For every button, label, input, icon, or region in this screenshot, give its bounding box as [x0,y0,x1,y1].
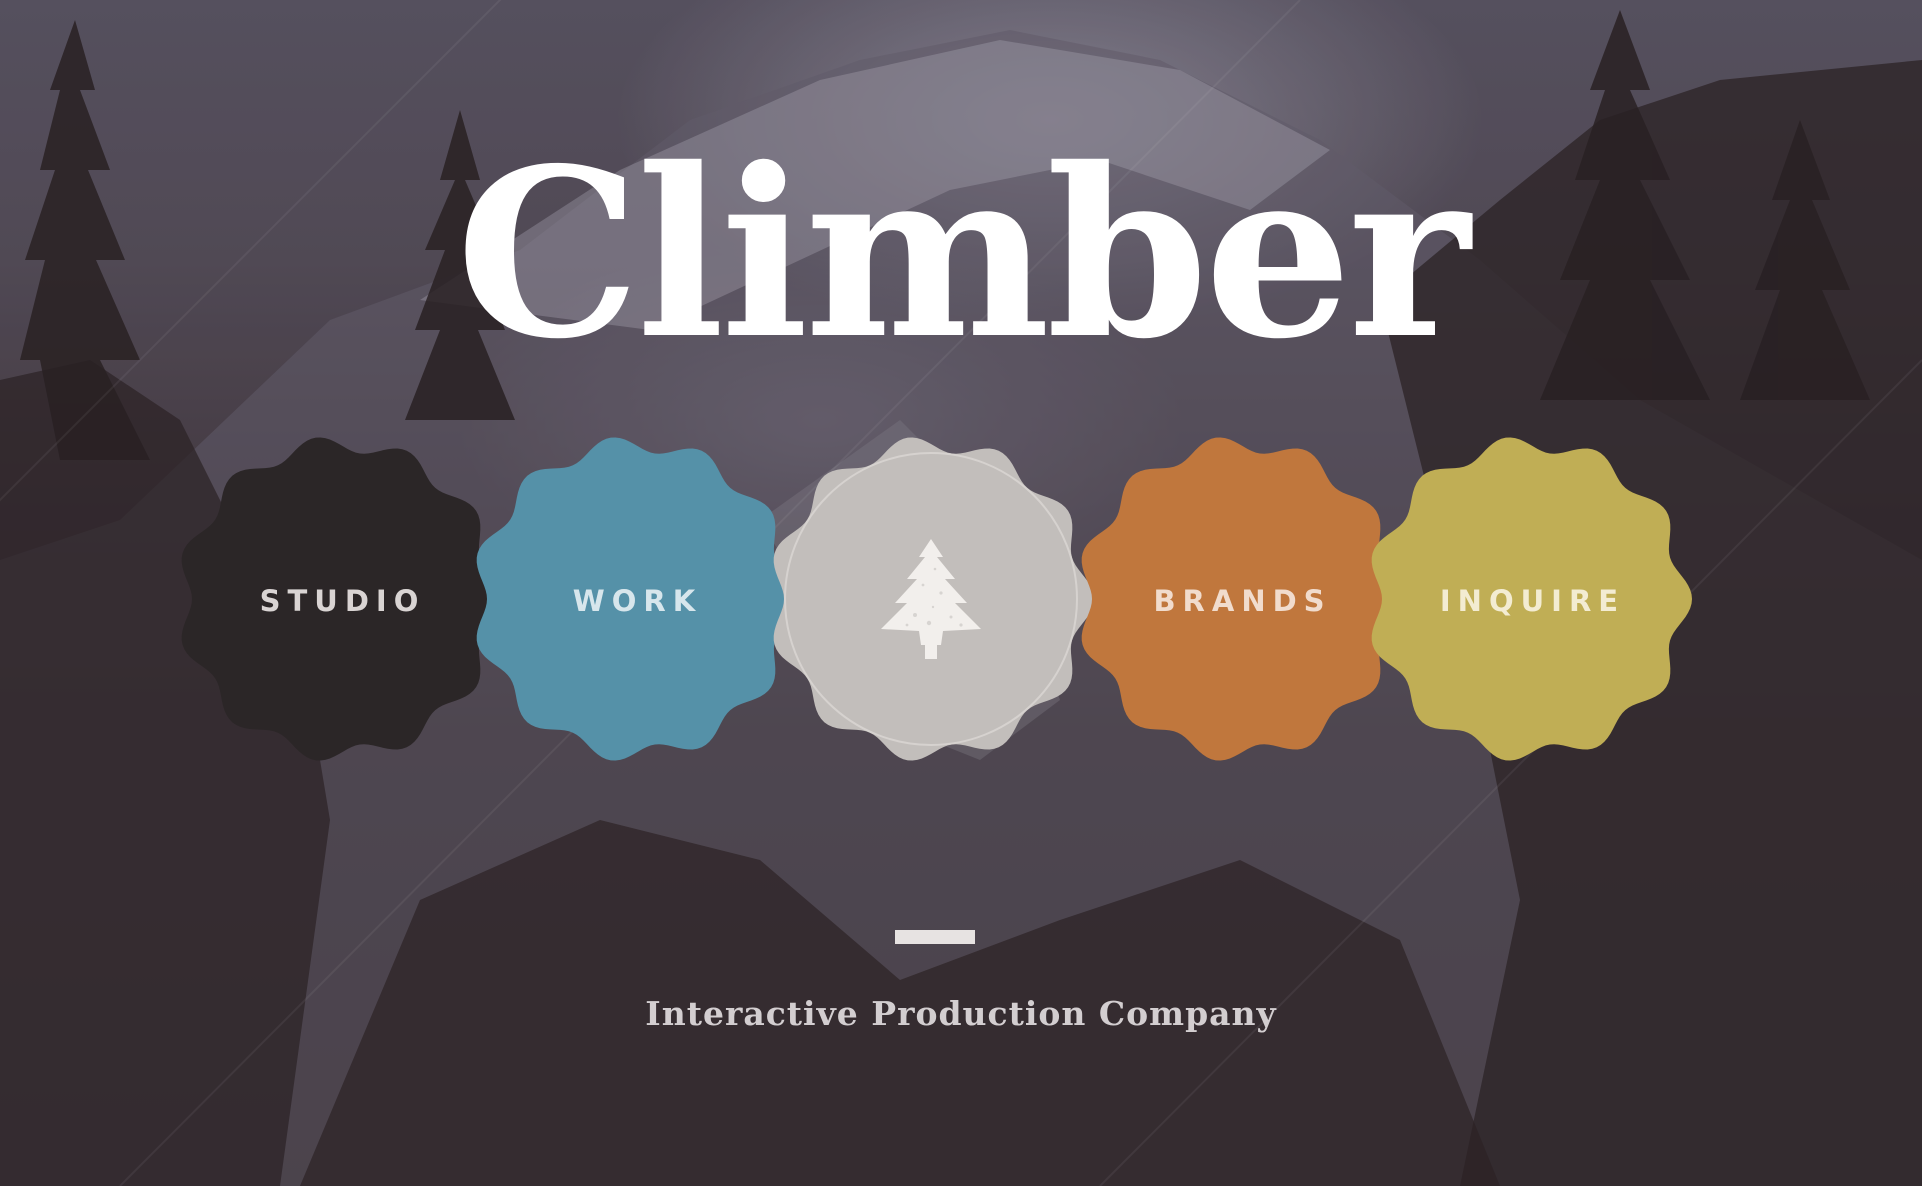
nav-badge-studio[interactable]: STUDIO [172,432,506,766]
nav-label-brands: BRANDS [1153,584,1332,618]
site-tagline: Interactive Production Company [645,994,1277,1033]
nav-label-inquire: INQUIRE [1439,584,1626,618]
nav-label-studio: STUDIO [259,584,426,618]
title-divider [895,930,975,944]
nav-badge-inquire[interactable]: INQUIRE [1362,432,1696,766]
nav-badge-brands[interactable]: BRANDS [1072,432,1406,766]
hero-section: Climber STUDIO WORK BRANDS INQUIRE Inter… [0,0,1922,1186]
nav-badge-home[interactable] [764,432,1098,766]
pine-tree-icon [881,539,981,659]
nav-label-work: WORK [572,584,703,618]
site-title: Climber [455,117,1470,390]
nav-badge-work[interactable]: WORK [467,432,801,766]
